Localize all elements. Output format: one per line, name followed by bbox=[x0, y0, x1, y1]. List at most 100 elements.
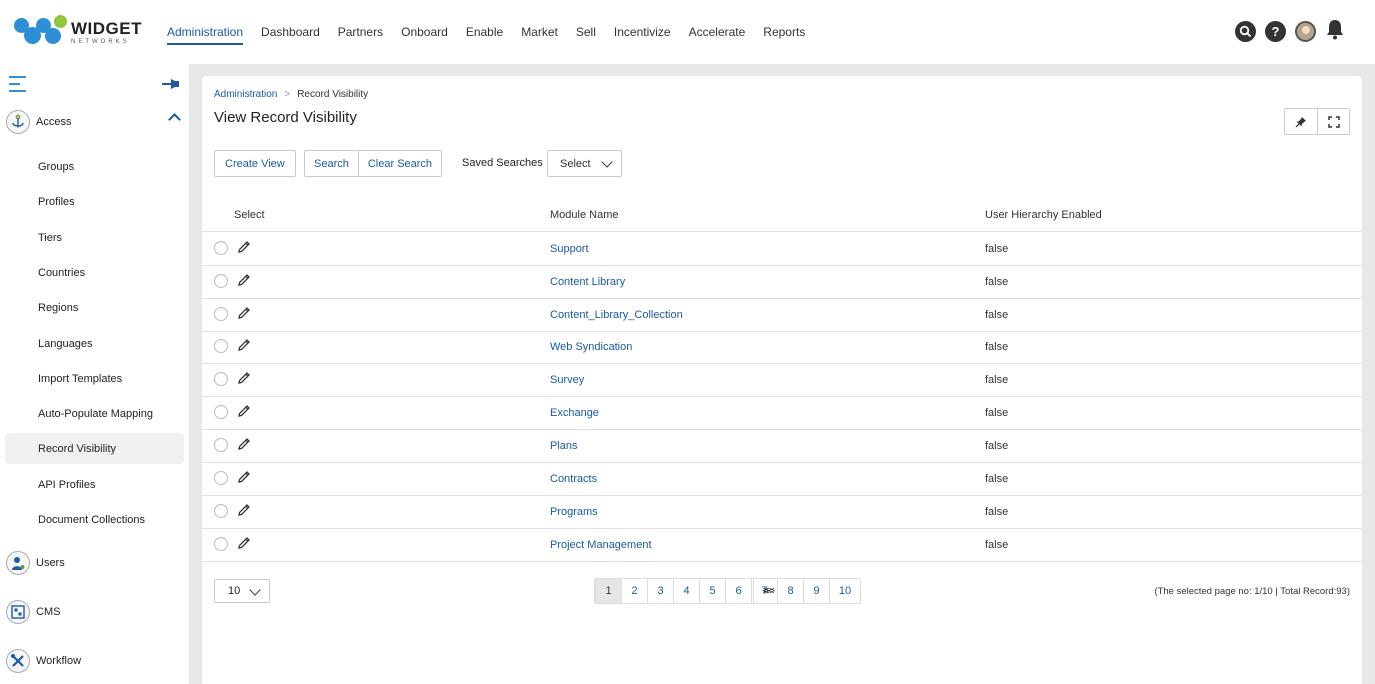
nav-dashboard[interactable]: Dashboard bbox=[261, 19, 320, 45]
breadcrumb-current: Record Visibility bbox=[297, 89, 369, 100]
row-select-radio[interactable] bbox=[214, 438, 228, 452]
nav-market[interactable]: Market bbox=[521, 19, 558, 45]
sidebar-item-document-collections[interactable]: Document Collections bbox=[5, 504, 184, 535]
column-header-user-hierarchy[interactable]: User Hierarchy Enabled bbox=[985, 209, 1102, 221]
sidebar-item-import-templates[interactable]: Import Templates bbox=[5, 363, 184, 394]
column-header-select: Select bbox=[234, 209, 265, 221]
row-select-radio[interactable] bbox=[214, 471, 228, 485]
row-select-radio[interactable] bbox=[214, 274, 228, 288]
module-name-link[interactable]: Support bbox=[550, 243, 589, 255]
pin-sidebar-icon[interactable] bbox=[162, 77, 180, 95]
main-nav: Administration Dashboard Partners Onboar… bbox=[158, 0, 814, 64]
row-select-radio[interactable] bbox=[214, 405, 228, 419]
nav-administration[interactable]: Administration bbox=[167, 19, 244, 45]
row-select-radio[interactable] bbox=[214, 504, 228, 518]
module-name-link[interactable]: Survey bbox=[550, 374, 584, 386]
help-icon[interactable]: ? bbox=[1265, 21, 1286, 42]
nav-partners[interactable]: Partners bbox=[338, 19, 383, 45]
nav-enable[interactable]: Enable bbox=[466, 19, 503, 45]
module-name-link[interactable]: Content Library bbox=[550, 276, 625, 288]
edit-icon[interactable] bbox=[236, 535, 252, 551]
table-row: Contracts false bbox=[202, 463, 1362, 496]
nav-onboard[interactable]: Onboard bbox=[401, 19, 448, 45]
pin-icon[interactable] bbox=[1285, 109, 1317, 134]
page-button-5[interactable]: 5 bbox=[699, 579, 725, 603]
bell-icon[interactable] bbox=[1325, 18, 1345, 45]
sidebar-item-record-visibility[interactable]: Record Visibility bbox=[5, 433, 184, 464]
row-select-radio[interactable] bbox=[214, 339, 228, 353]
module-name-link[interactable]: Exchange bbox=[550, 407, 599, 419]
page-button-6[interactable]: 6 bbox=[725, 579, 751, 603]
chevron-down-icon bbox=[601, 156, 613, 168]
saved-searches-label: Saved Searches bbox=[462, 157, 543, 169]
page-button-9[interactable]: 9 bbox=[803, 579, 829, 603]
module-name-link[interactable]: Programs bbox=[550, 506, 598, 518]
sidebar-item-profiles[interactable]: Profiles bbox=[5, 186, 184, 217]
breadcrumb-parent[interactable]: Administration bbox=[214, 89, 277, 100]
edit-icon[interactable] bbox=[236, 403, 252, 419]
nav-incentivize[interactable]: Incentivize bbox=[614, 19, 671, 45]
sidebar-section-cms[interactable]: CMS bbox=[6, 600, 184, 624]
search-icon[interactable] bbox=[1235, 21, 1256, 42]
edit-icon[interactable] bbox=[236, 502, 252, 518]
hierarchy-value: false bbox=[985, 539, 1009, 551]
page-button-4[interactable]: 4 bbox=[673, 579, 699, 603]
table-row: Project Management false bbox=[202, 529, 1362, 562]
last-page-button[interactable]: >> bbox=[753, 579, 784, 603]
row-select-radio[interactable] bbox=[214, 307, 228, 321]
page-button-1[interactable]: 1 bbox=[595, 579, 621, 603]
module-name-link[interactable]: Web Syndication bbox=[550, 341, 632, 353]
column-header-module-name[interactable]: Module Name bbox=[550, 209, 618, 221]
nav-sell[interactable]: Sell bbox=[576, 19, 596, 45]
edit-icon[interactable] bbox=[236, 239, 252, 255]
page-button-3[interactable]: 3 bbox=[647, 579, 673, 603]
edit-icon[interactable] bbox=[236, 337, 252, 353]
saved-searches-select[interactable]: Select bbox=[547, 150, 622, 177]
nav-reports[interactable]: Reports bbox=[763, 19, 805, 45]
sidebar-item-languages[interactable]: Languages bbox=[5, 328, 184, 359]
sidebar-section-users[interactable]: Users bbox=[6, 551, 184, 575]
module-name-link[interactable]: Content_Library_Collection bbox=[550, 309, 683, 321]
hierarchy-value: false bbox=[985, 243, 1009, 255]
pagination: << < 1 2 3 4 5 6 7 8 9 10 > >> bbox=[594, 578, 861, 604]
chevron-right-icon: > bbox=[284, 89, 291, 100]
sidebar-section-label: Users bbox=[36, 557, 65, 569]
row-select-radio[interactable] bbox=[214, 537, 228, 551]
brand-logo[interactable]: WIDGET NETWORKS bbox=[12, 14, 142, 50]
nav-accelerate[interactable]: Accelerate bbox=[689, 19, 746, 45]
table-row: Exchange false bbox=[202, 397, 1362, 430]
page-button-10[interactable]: 10 bbox=[829, 579, 860, 603]
user-avatar[interactable] bbox=[1295, 21, 1316, 42]
row-select-radio[interactable] bbox=[214, 372, 228, 386]
search-button[interactable]: Search bbox=[305, 151, 358, 176]
cms-icon bbox=[6, 600, 30, 624]
edit-icon[interactable] bbox=[236, 272, 252, 288]
sidebar-section-access[interactable]: Access bbox=[6, 110, 184, 134]
create-view-button[interactable]: Create View bbox=[214, 150, 296, 177]
sidebar-item-auto-populate-mapping[interactable]: Auto-Populate Mapping bbox=[5, 398, 184, 429]
module-name-link[interactable]: Contracts bbox=[550, 473, 597, 485]
clear-search-button[interactable]: Clear Search bbox=[357, 151, 441, 176]
logo-mark-icon bbox=[12, 14, 67, 50]
sidebar-section-workflow[interactable]: Workflow bbox=[6, 649, 184, 673]
edit-icon[interactable] bbox=[236, 305, 252, 321]
sidebar-item-regions[interactable]: Regions bbox=[5, 292, 184, 323]
menu-toggle-icon[interactable] bbox=[9, 76, 26, 92]
module-name-link[interactable]: Project Management bbox=[550, 539, 652, 551]
row-select-radio[interactable] bbox=[214, 241, 228, 255]
brand-title: WIDGET bbox=[71, 18, 142, 38]
chevron-up-icon[interactable] bbox=[168, 113, 181, 126]
sidebar-item-tiers[interactable]: Tiers bbox=[5, 222, 184, 253]
edit-icon[interactable] bbox=[236, 469, 252, 485]
page-size-select[interactable]: 10 bbox=[214, 579, 270, 603]
hierarchy-value: false bbox=[985, 309, 1009, 321]
sidebar-item-groups[interactable]: Groups bbox=[5, 151, 184, 182]
sidebar-item-countries[interactable]: Countries bbox=[5, 257, 184, 288]
module-name-link[interactable]: Plans bbox=[550, 440, 578, 452]
edit-icon[interactable] bbox=[236, 370, 252, 386]
edit-icon[interactable] bbox=[236, 436, 252, 452]
sidebar-item-api-profiles[interactable]: API Profiles bbox=[5, 469, 184, 500]
page-button-2[interactable]: 2 bbox=[621, 579, 647, 603]
fullscreen-icon[interactable] bbox=[1317, 109, 1349, 134]
view-tools bbox=[1284, 108, 1350, 135]
